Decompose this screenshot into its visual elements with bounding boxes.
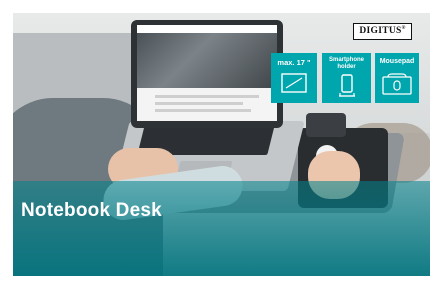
display-text-line <box>155 95 259 98</box>
brand-logo-text: DIGITUS® <box>359 26 406 37</box>
display-hero-photo <box>137 33 277 88</box>
smartphone-holder-slot <box>306 113 346 137</box>
headline-title: Notebook Desk <box>21 200 162 221</box>
brand-logo: DIGITUS® <box>353 23 412 40</box>
smartphone-icon <box>339 74 355 97</box>
teal-banner <box>13 181 430 276</box>
feature-label-smartphone: Smartphone holder <box>328 57 364 70</box>
display-text-line <box>155 109 251 112</box>
feature-label-screen-size: max. 17 " <box>277 58 311 67</box>
feature-tile-mousepad: Mousepad <box>375 53 419 103</box>
feature-tile-smartphone-holder: Smartphone holder <box>322 53 371 103</box>
display-text-line <box>155 102 243 105</box>
laptop-screen-icon <box>281 73 307 93</box>
feature-tile-screen-size: max. 17 " <box>271 53 317 103</box>
feature-label-mousepad: Mousepad <box>379 58 415 65</box>
laptop-display <box>137 25 277 121</box>
mousepad-icon <box>382 73 412 95</box>
